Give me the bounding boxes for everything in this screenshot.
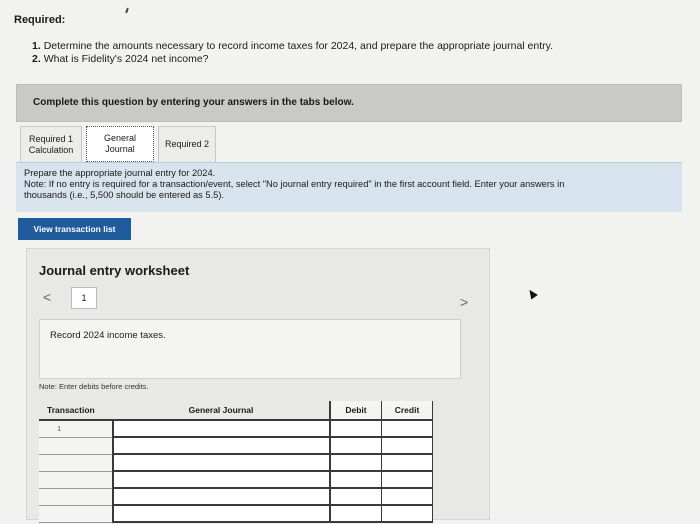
debit-input[interactable] (329, 437, 382, 455)
account-input[interactable] (112, 488, 330, 506)
question-1-text: Determine the amounts necessary to recor… (43, 40, 554, 52)
instructions-line-3: thousands (i.e., 5,500 should be entered… (24, 190, 225, 200)
question-2-text: What is Fidelity's 2024 net income? (43, 53, 209, 65)
transaction-number-cell: 1 (39, 420, 114, 438)
table-row (39, 437, 433, 455)
credit-input[interactable] (381, 505, 433, 523)
required-heading: Required: (14, 14, 66, 26)
view-transaction-list-button[interactable]: View transaction list (18, 218, 131, 240)
table-row: 1 (39, 420, 433, 438)
table-row (39, 471, 433, 489)
worksheet-title: Journal entry worksheet (39, 263, 190, 278)
tab-label-line2: Calculation (28, 144, 74, 155)
question-1: 1. Determine the amounts necessary to re… (32, 40, 553, 53)
journal-entry-worksheet: Journal entry worksheet < 1 Record 2024 … (26, 248, 490, 523)
table-row (39, 505, 433, 523)
tab-label-line1: Required 2 (164, 139, 210, 149)
column-header-general-journal: General Journal (113, 401, 330, 421)
credit-input[interactable] (381, 420, 433, 438)
question-2-number: 2. (32, 53, 41, 65)
record-description-text: Record 2024 income taxes. (50, 330, 166, 341)
transaction-number-cell (39, 488, 114, 506)
debit-input[interactable] (329, 454, 382, 472)
tab-label-line1: General (103, 133, 137, 143)
credit-input[interactable] (381, 437, 433, 455)
debit-input[interactable] (329, 488, 382, 506)
mouse-cursor-icon (526, 287, 538, 300)
question-list: 1. Determine the amounts necessary to re… (32, 40, 553, 66)
question-1-number: 1. (32, 40, 41, 52)
tab-label-line2: Journal (105, 144, 135, 154)
column-header-transaction: Transaction (39, 401, 113, 421)
journal-entry-table: Transaction General Journal Debit Credit… (39, 401, 433, 523)
instructions-line-1: Prepare the appropriate journal entry fo… (24, 168, 216, 178)
column-header-debit: Debit (329, 401, 382, 421)
account-input[interactable] (112, 471, 330, 489)
instructions-panel: Prepare the appropriate journal entry fo… (16, 162, 682, 212)
debit-input[interactable] (329, 505, 382, 523)
credit-input[interactable] (381, 471, 433, 489)
account-input[interactable] (112, 505, 330, 523)
record-description-box: Record 2024 income taxes. (39, 319, 461, 379)
account-input[interactable] (112, 420, 330, 438)
debit-input[interactable] (329, 471, 382, 489)
chevron-left-icon[interactable]: < (43, 289, 51, 305)
transaction-number-cell (39, 454, 114, 472)
credit-input[interactable] (381, 488, 433, 506)
credit-input[interactable] (381, 454, 433, 472)
complete-question-bar: Complete this question by entering your … (16, 84, 682, 122)
tab-required-2[interactable]: Required 2 (158, 126, 216, 162)
account-input[interactable] (112, 454, 330, 472)
stray-mark (125, 7, 129, 14)
tab-general-journal[interactable]: General Journal (86, 126, 154, 162)
chevron-right-icon[interactable]: > (460, 294, 468, 310)
page-1-button[interactable]: 1 (71, 287, 97, 309)
table-row (39, 454, 433, 472)
account-input[interactable] (112, 437, 330, 455)
complete-question-text: Complete this question by entering your … (33, 97, 354, 108)
transaction-number-cell (39, 437, 114, 455)
debit-input[interactable] (329, 420, 382, 438)
transaction-number-cell (39, 471, 114, 489)
tab-label-line1: Required 1 (28, 133, 74, 144)
transaction-number-cell (39, 505, 114, 523)
instructions-line-2: Note: If no entry is required for a tran… (24, 179, 565, 189)
debits-before-credits-note: Note: Enter debits before credits. (39, 382, 149, 391)
question-2: 2. What is Fidelity's 2024 net income? (32, 53, 553, 66)
column-header-credit: Credit (381, 401, 433, 421)
table-row (39, 488, 433, 506)
tab-required-1-calculation[interactable]: Required 1 Calculation (20, 126, 82, 162)
